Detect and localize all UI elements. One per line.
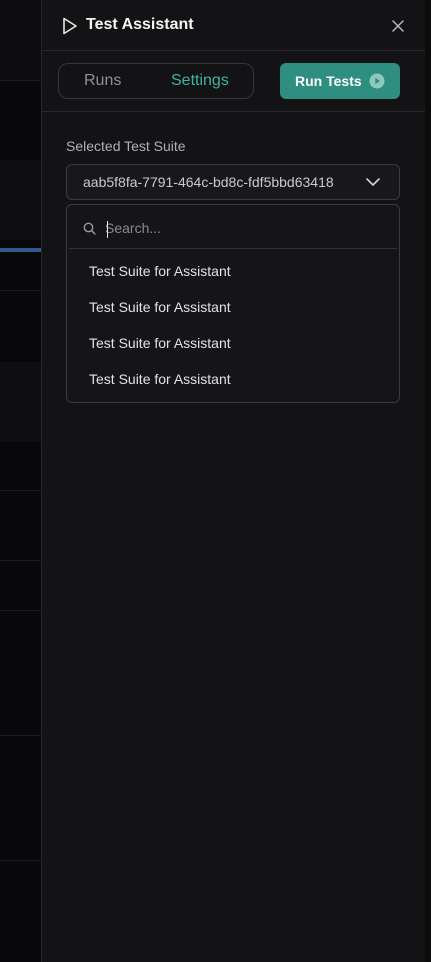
background-block bbox=[0, 160, 41, 240]
suite-option[interactable]: Test Suite for Assistant bbox=[89, 371, 231, 387]
suite-option[interactable]: Test Suite for Assistant bbox=[89, 263, 231, 279]
background-selection-bar bbox=[0, 248, 41, 252]
background-divider bbox=[0, 560, 41, 561]
selected-suite-value: aab5f8fa-7791-464c-bd8c-fdf5bbd63418 bbox=[83, 174, 334, 190]
panel-header: Test Assistant bbox=[42, 0, 426, 51]
background-block bbox=[0, 362, 41, 442]
background-divider bbox=[0, 860, 41, 861]
play-circle-icon bbox=[369, 73, 385, 89]
tab-settings[interactable]: Settings bbox=[171, 64, 229, 98]
close-icon[interactable] bbox=[391, 19, 405, 33]
tab-runs[interactable]: Runs bbox=[84, 64, 121, 98]
tabs-toolbar: Runs Settings Run Tests bbox=[42, 51, 426, 112]
play-icon bbox=[63, 17, 77, 35]
suite-option[interactable]: Test Suite for Assistant bbox=[89, 335, 231, 351]
background-divider bbox=[0, 80, 41, 81]
test-assistant-panel: Test Assistant Runs Settings Run Tests S… bbox=[41, 0, 426, 962]
dropdown-search bbox=[69, 207, 397, 249]
window-edge bbox=[425, 0, 431, 962]
background-divider bbox=[0, 735, 41, 736]
background-divider bbox=[0, 490, 41, 491]
suite-field-label: Selected Test Suite bbox=[66, 138, 186, 154]
suite-option[interactable]: Test Suite for Assistant bbox=[89, 299, 231, 315]
background-divider bbox=[0, 610, 41, 611]
text-cursor bbox=[107, 221, 108, 238]
background-block bbox=[0, 0, 41, 80]
background-divider bbox=[0, 290, 41, 291]
search-input[interactable] bbox=[105, 216, 385, 240]
search-icon bbox=[83, 222, 96, 235]
background-app bbox=[0, 0, 41, 962]
panel-title: Test Assistant bbox=[86, 16, 194, 33]
suite-select[interactable]: aab5f8fa-7791-464c-bd8c-fdf5bbd63418 bbox=[66, 164, 400, 200]
suite-dropdown: Test Suite for Assistant Test Suite for … bbox=[66, 204, 400, 403]
tab-group: Runs Settings bbox=[58, 63, 254, 99]
run-tests-label: Run Tests bbox=[295, 73, 362, 89]
run-tests-button[interactable]: Run Tests bbox=[280, 63, 400, 99]
chevron-down-icon bbox=[366, 178, 380, 186]
